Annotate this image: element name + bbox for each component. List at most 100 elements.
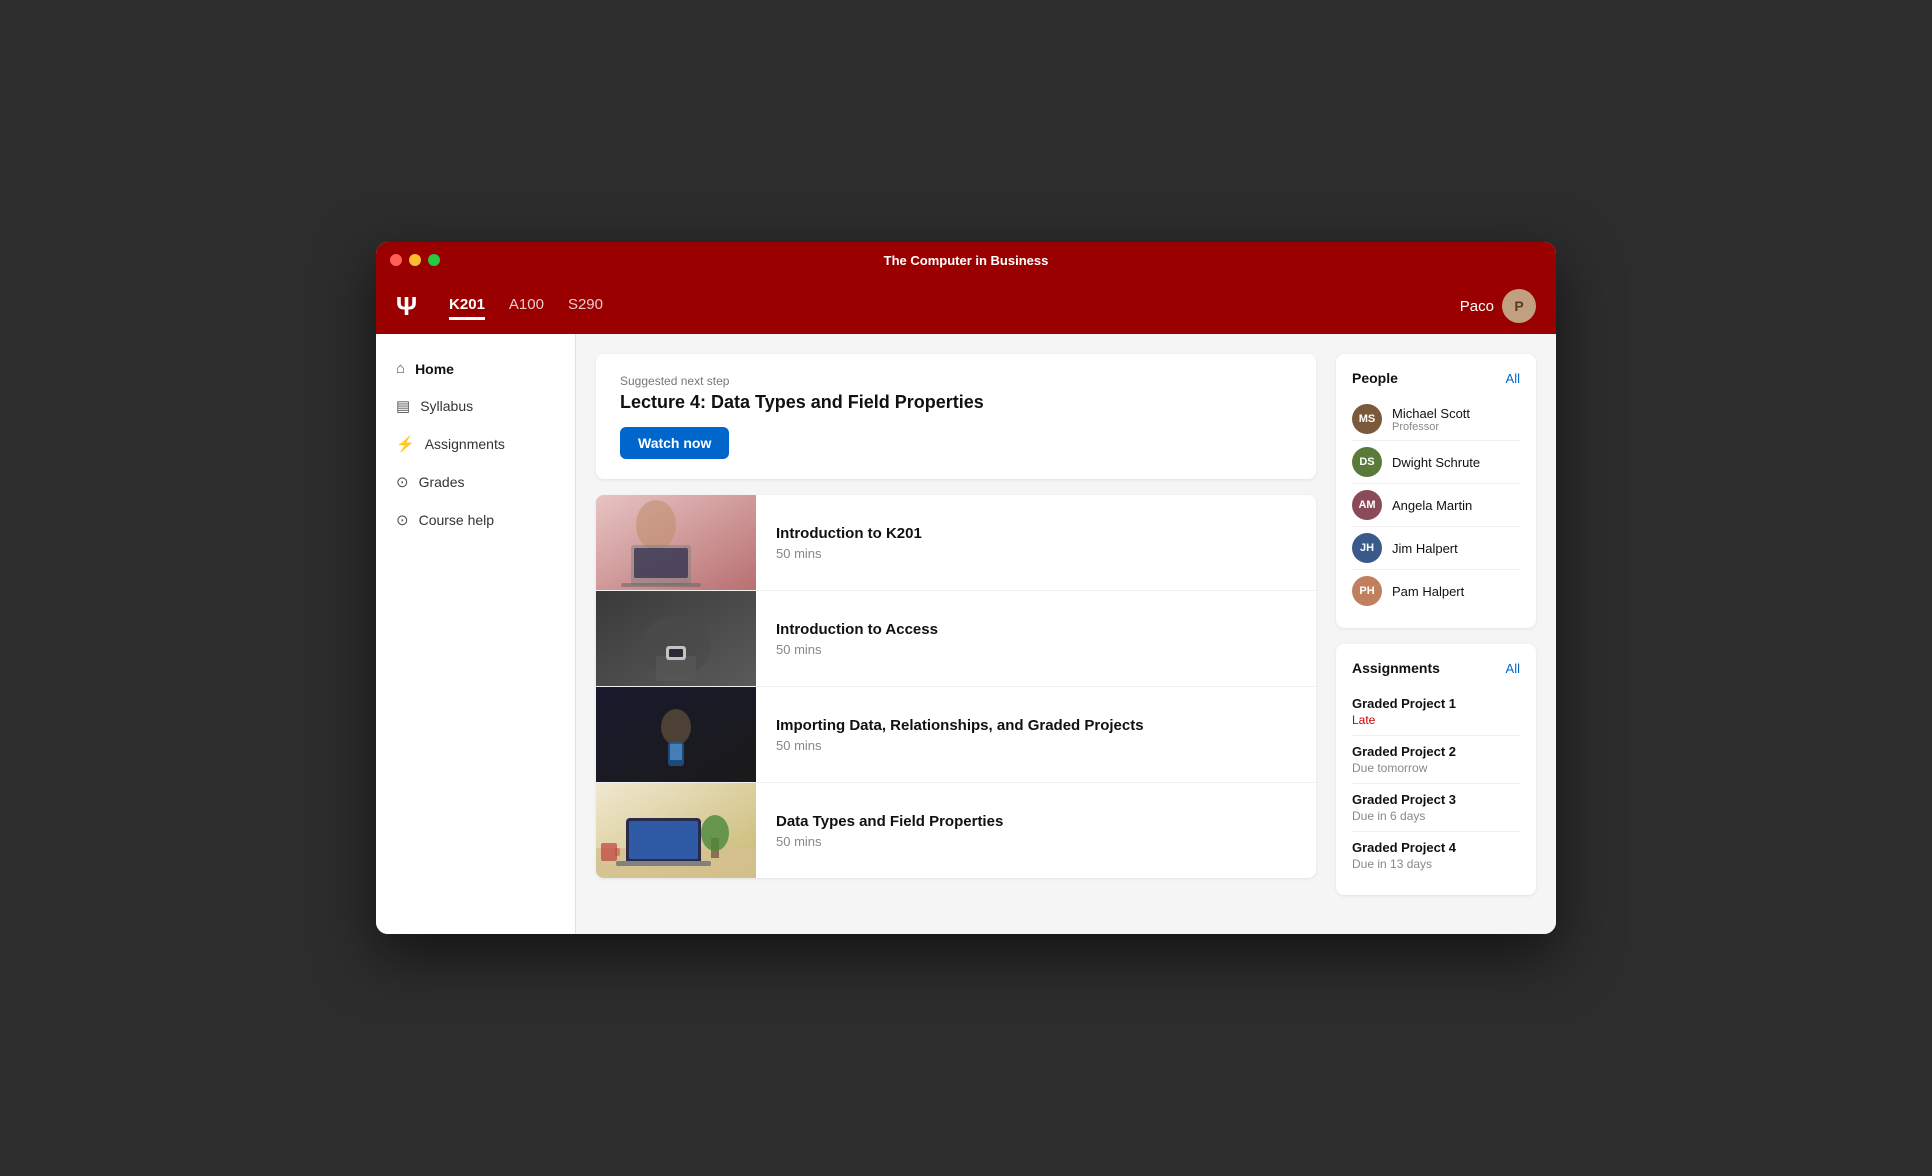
app-window: The Computer in Business Ψ K201 A100 S29… [376, 242, 1556, 934]
people-list: MS Michael Scott Professor DS Dwight Sch… [1352, 398, 1520, 612]
course-thumb-1 [596, 495, 756, 590]
assignment-2-name: Graded Project 2 [1352, 744, 1520, 759]
person-michael-name: Michael Scott [1392, 406, 1470, 421]
right-panel: People All MS Michael Scott Professor [1336, 354, 1536, 914]
assignment-1-status: Late [1352, 713, 1520, 727]
people-all-link[interactable]: All [1506, 371, 1520, 386]
people-card: People All MS Michael Scott Professor [1336, 354, 1536, 628]
person-jim-name: Jim Halpert [1392, 541, 1458, 556]
people-header: People All [1352, 370, 1520, 386]
sidebar-item-course-help[interactable]: ⊙ Course help [376, 501, 575, 539]
people-title: People [1352, 370, 1398, 386]
person-dwight-info: Dwight Schrute [1392, 455, 1480, 470]
assignment-3-status: Due in 6 days [1352, 809, 1520, 823]
sidebar-label-assignments: Assignments [425, 436, 505, 452]
person-pam[interactable]: PH Pam Halpert [1352, 570, 1520, 612]
course-item-1[interactable]: Introduction to K201 50 mins [596, 495, 1316, 591]
assignments-all-link[interactable]: All [1506, 661, 1520, 676]
avatar-michael: MS [1352, 404, 1382, 434]
fullscreen-button[interactable] [428, 254, 440, 266]
course-thumb-2 [596, 591, 756, 686]
sidebar-item-syllabus[interactable]: ▤ Syllabus [376, 387, 575, 425]
assignments-title: Assignments [1352, 660, 1440, 676]
person-jim[interactable]: JH Jim Halpert [1352, 527, 1520, 570]
course-name-3: Importing Data, Relationships, and Grade… [776, 717, 1144, 734]
sidebar-label-course-help: Course help [419, 512, 495, 528]
course-list: Introduction to K201 50 mins [596, 495, 1316, 878]
course-help-icon: ⊙ [396, 511, 409, 529]
watch-now-button[interactable]: Watch now [620, 427, 729, 459]
sidebar-item-grades[interactable]: ⊙ Grades [376, 463, 575, 501]
course-name-1: Introduction to K201 [776, 525, 922, 542]
course-name-4: Data Types and Field Properties [776, 813, 1003, 830]
person-michael-info: Michael Scott Professor [1392, 406, 1470, 433]
assignment-4[interactable]: Graded Project 4 Due in 13 days [1352, 832, 1520, 879]
course-duration-1: 50 mins [776, 546, 922, 561]
course-item-3[interactable]: Importing Data, Relationships, and Grade… [596, 687, 1316, 783]
person-pam-name: Pam Halpert [1392, 584, 1464, 599]
sidebar-item-home[interactable]: ⌂ Home [376, 350, 575, 387]
course-info-3: Importing Data, Relationships, and Grade… [756, 701, 1164, 769]
minimize-button[interactable] [409, 254, 421, 266]
navbar: Ψ K201 A100 S290 Paco P [376, 278, 1556, 334]
person-angela-name: Angela Martin [1392, 498, 1472, 513]
grades-icon: ⊙ [396, 473, 409, 491]
iu-logo: Ψ [396, 291, 417, 322]
assignments-list: Graded Project 1 Late Graded Project 2 D… [1352, 688, 1520, 879]
course-duration-3: 50 mins [776, 738, 1144, 753]
syllabus-icon: ▤ [396, 397, 410, 415]
close-button[interactable] [390, 254, 402, 266]
assignment-2-status: Due tomorrow [1352, 761, 1520, 775]
user-menu[interactable]: Paco P [1460, 289, 1536, 323]
nav-tab-s290[interactable]: S290 [568, 292, 603, 320]
person-dwight[interactable]: DS Dwight Schrute [1352, 441, 1520, 484]
course-item-4[interactable]: Data Types and Field Properties 50 mins [596, 783, 1316, 878]
sidebar-item-assignments[interactable]: ⚡ Assignments [376, 425, 575, 463]
assignment-3-name: Graded Project 3 [1352, 792, 1520, 807]
assignment-4-status: Due in 13 days [1352, 857, 1520, 871]
sidebar-label-home: Home [415, 361, 454, 377]
nav-tab-k201[interactable]: K201 [449, 292, 485, 320]
window-title: The Computer in Business [884, 253, 1049, 268]
person-dwight-name: Dwight Schrute [1392, 455, 1480, 470]
course-duration-4: 50 mins [776, 834, 1003, 849]
course-item-2[interactable]: Introduction to Access 50 mins [596, 591, 1316, 687]
assignment-4-name: Graded Project 4 [1352, 840, 1520, 855]
person-angela-info: Angela Martin [1392, 498, 1472, 513]
person-michael[interactable]: MS Michael Scott Professor [1352, 398, 1520, 441]
nav-tab-a100[interactable]: A100 [509, 292, 544, 320]
course-name-2: Introduction to Access [776, 621, 938, 638]
sidebar-label-syllabus: Syllabus [420, 398, 473, 414]
assignment-3[interactable]: Graded Project 3 Due in 6 days [1352, 784, 1520, 832]
sidebar: ⌂ Home ▤ Syllabus ⚡ Assignments ⊙ Grades… [376, 334, 576, 934]
assignments-card: Assignments All Graded Project 1 Late Gr… [1336, 644, 1536, 895]
main-layout: ⌂ Home ▤ Syllabus ⚡ Assignments ⊙ Grades… [376, 334, 1556, 934]
assignment-2[interactable]: Graded Project 2 Due tomorrow [1352, 736, 1520, 784]
course-info-4: Data Types and Field Properties 50 mins [756, 797, 1023, 865]
course-info-1: Introduction to K201 50 mins [756, 509, 942, 577]
assignments-icon: ⚡ [396, 435, 415, 453]
main-panel: Suggested next step Lecture 4: Data Type… [596, 354, 1316, 914]
course-thumb-4 [596, 783, 756, 878]
titlebar: The Computer in Business [376, 242, 1556, 278]
person-jim-info: Jim Halpert [1392, 541, 1458, 556]
avatar-dwight: DS [1352, 447, 1382, 477]
person-pam-info: Pam Halpert [1392, 584, 1464, 599]
assignment-1-name: Graded Project 1 [1352, 696, 1520, 711]
suggested-label: Suggested next step [620, 374, 1292, 388]
home-icon: ⌂ [396, 360, 405, 377]
assignment-1[interactable]: Graded Project 1 Late [1352, 688, 1520, 736]
course-info-2: Introduction to Access 50 mins [756, 605, 958, 673]
course-duration-2: 50 mins [776, 642, 938, 657]
user-name: Paco [1460, 298, 1494, 315]
avatar-angela: AM [1352, 490, 1382, 520]
avatar-pam: PH [1352, 576, 1382, 606]
course-thumb-3 [596, 687, 756, 782]
suggested-title: Lecture 4: Data Types and Field Properti… [620, 392, 1292, 413]
sidebar-label-grades: Grades [419, 474, 465, 490]
person-michael-role: Professor [1392, 421, 1470, 433]
assignments-header: Assignments All [1352, 660, 1520, 676]
user-avatar: P [1502, 289, 1536, 323]
person-angela[interactable]: AM Angela Martin [1352, 484, 1520, 527]
suggested-card: Suggested next step Lecture 4: Data Type… [596, 354, 1316, 479]
